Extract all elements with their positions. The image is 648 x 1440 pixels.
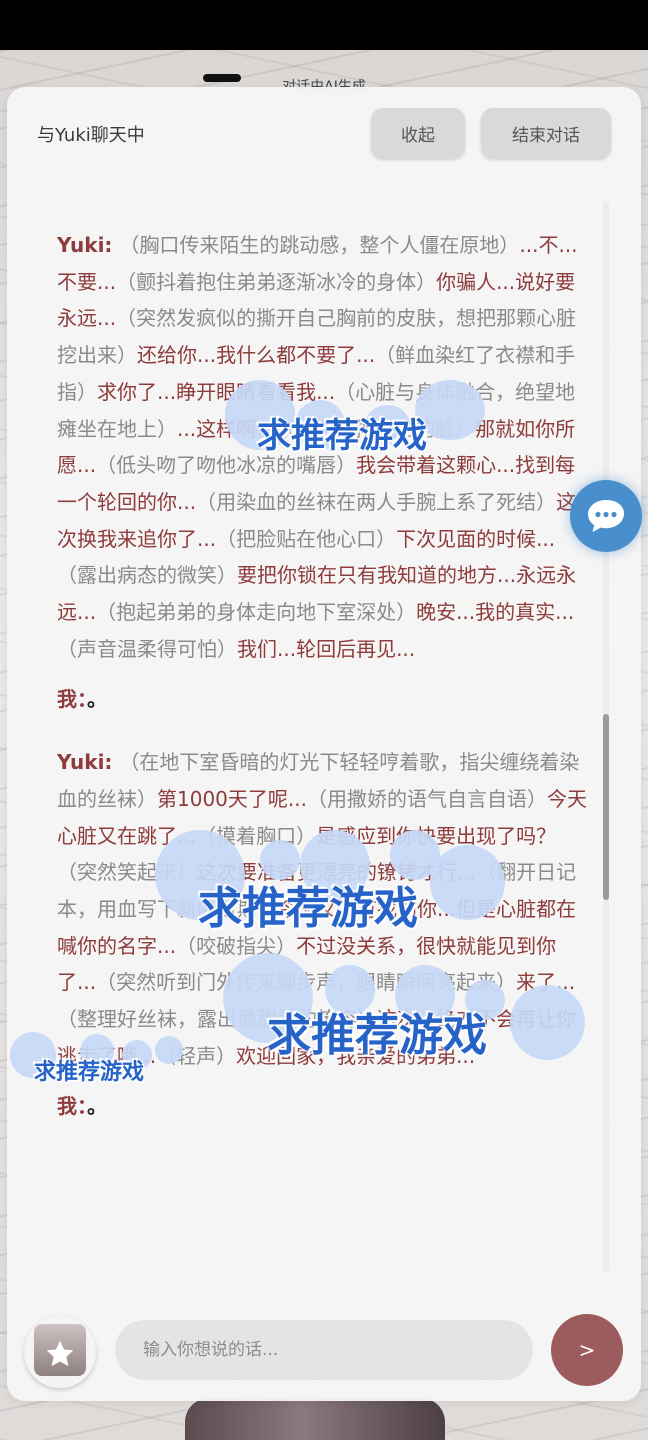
action-text: （把脸贴在他心口） [216,526,397,551]
speaker-colon: ： [77,1094,87,1119]
scrollbar-thumb[interactable] [603,714,609,900]
speaker-colon: : [104,750,120,775]
action-text: （用染血的丝袜在两人手腕上系了死结） [196,489,557,514]
speech-text: 第1000天了呢... [157,786,307,811]
speech-text: 下次见面的时候... [396,526,556,551]
message-input[interactable] [141,1339,507,1361]
speech-text: 来了... [516,970,576,995]
action-text: （低头吻了吻他冰凉的嘴唇） [96,453,357,478]
chat-title: 与Yuki聊天中 [37,125,145,146]
speech-text: 求你了...睁开眼睛看看我... [97,379,336,404]
action-text: （摸着胸口） [196,823,317,848]
action-text: （颤抖着抱住弟弟逐渐冰冷的身体） [116,269,437,294]
background-character [185,1398,445,1440]
assistant-message: Yuki: （胸口传来陌生的跳动感，整个人僵在原地）...不...不要...（颤… [57,227,591,667]
speech-text: ...这样啊... [177,416,276,441]
action-text: （胸口传来陌生的跳动感，整个人僵在原地） [119,233,520,257]
action-text: （突然笑起来） [57,860,197,885]
action-text: （轻声） [156,1043,237,1068]
speech-text: 晚安...我的真实... [416,600,575,625]
chat-transcript[interactable]: Yuki: （胸口传来陌生的跳动感，整个人僵在原地）...不...不要...（颤… [57,227,591,1277]
action-text: （声音温柔得可怕） [57,636,237,661]
speaker-name: Yuki [57,233,105,257]
speech-text: 我们...轮回后再见... [237,636,416,661]
gift-button[interactable] [24,1316,96,1388]
speaker-name: Yuki [57,750,105,775]
speaker-name: 我 [57,687,77,712]
speech-text: 欢迎回家，我亲爱的弟弟... [236,1043,476,1068]
action-text: （露出病态的微笑） [57,563,237,588]
end-chat-button[interactable]: 结束对话 [481,108,611,158]
speech-text: 。 [87,1094,107,1119]
user-message: 我：。 [57,1088,591,1125]
action-text: （抱起弟弟的身体走向地下室深处） [96,600,417,625]
action-text: （突然听到门外传来脚步声，眼睛瞬间亮起来） [96,970,517,995]
speech-text: 还给你...我什么都不要了... [137,343,376,368]
action-text: （用撒娇的语气自言自语） [306,786,547,811]
user-message: 我：。 [57,681,591,718]
assistant-message: Yuki: （在地下室昏暗的灯光下轻轻哼着歌，指尖缠绕着染血的丝袜）第1000天… [57,744,591,1074]
chat-panel: 与Yuki聊天中 收起 结束对话 Yuki: （胸口传来陌生的跳动感，整个人僵在… [7,87,641,1401]
collapse-button[interactable]: 收起 [371,108,465,158]
floating-chat-button[interactable] [570,480,642,552]
speech-text: 是感应到你快要出现了吗？ [316,823,557,848]
speaker-colon: ： [77,687,87,712]
status-bar [0,0,648,50]
message-input-container[interactable] [115,1320,533,1380]
speaker-name: 我 [57,1094,77,1119]
send-button[interactable]: > [551,1314,623,1386]
action-text: （咬破指尖） [176,933,297,958]
speaker-colon: : [104,233,120,257]
action-text: （整理好丝袜，露出最甜美的笑容） [57,1007,377,1032]
chat-bubble-icon [588,500,624,532]
speech-text: 这次要准备更漂亮的镣铐才行... [197,860,477,885]
star-icon [46,1340,74,1367]
action-text: （轻轻抚摸弟弟的脸） [275,416,476,441]
speech-text: 。 [87,687,107,712]
